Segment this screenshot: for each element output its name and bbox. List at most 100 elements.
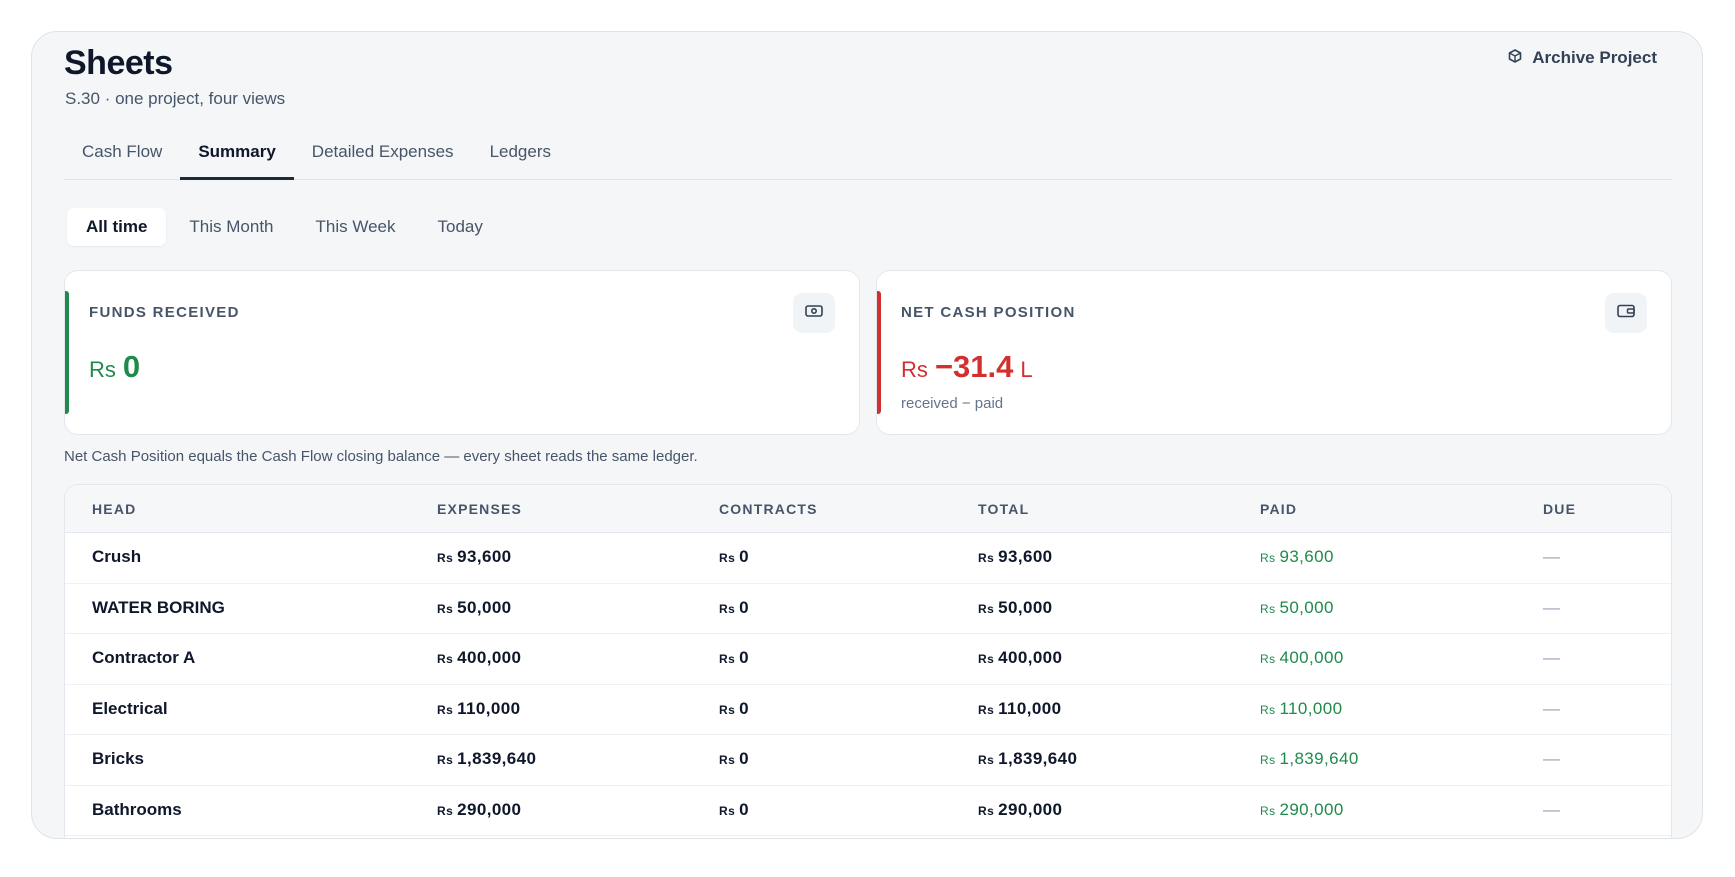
archive-project-button[interactable]: Archive Project: [1508, 48, 1657, 68]
cell-expenses: Rs 400,000: [437, 648, 521, 668]
cell-paid-value: 1,839,640: [1279, 749, 1359, 768]
column-header-contracts[interactable]: CONTRACTS: [719, 501, 818, 517]
cell-head-value: Bathrooms: [92, 799, 182, 819]
net-cash-position-amount: −31.4: [934, 349, 1014, 384]
cell-total-value: 93,600: [998, 547, 1053, 566]
cell-contracts: Rs 0: [719, 598, 749, 618]
table-row[interactable]: Electrical Rs 110,000 Rs 0 Rs 110,000 Rs 110,000…: [65, 685, 1671, 735]
tab-cash-flow[interactable]: Cash Flow: [64, 132, 180, 180]
currency-symbol: Rs: [437, 702, 454, 717]
currency-symbol: Rs: [978, 551, 995, 565]
net-accent-bar: [877, 291, 881, 414]
currency-symbol: Rs: [1260, 551, 1276, 565]
cell-paid: Rs 93,600: [1260, 547, 1334, 567]
currency-symbol: Rs: [89, 357, 116, 382]
column-header-total[interactable]: TOTAL: [978, 501, 1029, 517]
table-row[interactable]: Crush Rs 93,600 Rs 0 Rs 93,600 Rs 93,600—: [65, 533, 1671, 584]
currency-symbol: Rs: [719, 702, 736, 717]
cell-contracts-value: 0: [739, 799, 749, 819]
cell-head: Contractor A: [92, 648, 195, 668]
funds-received-value: Rs 0: [89, 349, 140, 385]
net-cash-position-value: Rs −31.4 L: [901, 349, 1033, 385]
table-row[interactable]: Bricks Rs 1,839,640 Rs 0 Rs 1,839,640 Rs 1,839,6…: [65, 735, 1671, 786]
cell-expenses-value: 1,839,640: [457, 749, 537, 768]
page-subtitle: S.30 · one project, four views: [65, 89, 286, 108]
currency-symbol: Rs: [719, 753, 736, 767]
currency-symbol: Rs: [437, 601, 454, 616]
funds-received-card: FUNDS RECEIVED Rs 0: [64, 270, 860, 435]
net-cash-position-label: NET CASH POSITION: [901, 304, 1076, 321]
column-header-due[interactable]: DUE: [1543, 501, 1576, 517]
cell-paid-value: 50,000: [1279, 597, 1334, 617]
wallet-icon-button[interactable]: [1605, 293, 1647, 333]
cell-head: Bricks: [92, 749, 144, 769]
cell-total: Rs 290,000: [978, 800, 1062, 820]
cell-due-value: —: [1543, 597, 1560, 617]
tab-detailed-expenses[interactable]: Detailed Expenses: [294, 132, 472, 180]
period-all-time[interactable]: All time: [67, 208, 167, 246]
period-this-week[interactable]: This Week: [297, 208, 415, 246]
period-today[interactable]: Today: [419, 208, 502, 246]
currency-symbol: Rs: [1260, 753, 1276, 767]
cell-contracts: Rs 0: [719, 547, 749, 567]
cell-due-value: —: [1543, 799, 1560, 819]
cell-contracts-value: 0: [739, 749, 749, 768]
cell-expenses-value: 50,000: [457, 597, 512, 617]
archive-box-icon: [1508, 48, 1522, 68]
cell-head: Crush: [92, 547, 141, 567]
currency-symbol: Rs: [1260, 601, 1276, 616]
cell-contracts-value: 0: [739, 698, 749, 718]
cell-due: —: [1543, 598, 1560, 618]
table-row[interactable]: Bathrooms Rs 290,000 Rs 0 Rs 290,000 Rs 290,000—: [65, 786, 1671, 836]
cell-contracts: Rs 0: [719, 648, 749, 668]
cell-total: Rs 50,000: [978, 598, 1053, 618]
funds-accent-bar: [65, 291, 69, 414]
column-header-head[interactable]: HEAD: [92, 501, 136, 517]
currency-symbol: Rs: [437, 652, 454, 666]
cell-paid: Rs 1,839,640: [1260, 749, 1359, 769]
currency-symbol: Rs: [1260, 702, 1276, 717]
cell-paid-value: 93,600: [1279, 547, 1334, 566]
cell-head: Bathrooms: [92, 800, 182, 820]
cell-expenses: Rs 290,000: [437, 800, 521, 820]
cell-due: —: [1543, 749, 1560, 769]
column-header-expenses[interactable]: EXPENSES: [437, 501, 522, 517]
cell-due-value: —: [1543, 648, 1560, 667]
sheets-panel: Sheets S.30 · one project, four views Ar…: [31, 31, 1703, 839]
cell-paid-value: 290,000: [1279, 799, 1344, 819]
cell-total-value: 50,000: [998, 597, 1053, 617]
currency-symbol: Rs: [1260, 803, 1276, 818]
tab-ledgers[interactable]: Ledgers: [472, 132, 569, 180]
period-this-month[interactable]: This Month: [170, 208, 292, 246]
net-cash-position-formula: received − paid: [901, 395, 1004, 412]
ledger-note: Net Cash Position equals the Cash Flow c…: [64, 448, 698, 465]
cell-paid: Rs 110,000: [1260, 699, 1342, 719]
cell-due-value: —: [1543, 749, 1560, 768]
tab-summary[interactable]: Summary: [180, 132, 294, 180]
cell-contracts: Rs 0: [719, 699, 749, 719]
column-header-paid[interactable]: PAID: [1260, 501, 1297, 517]
cell-total-value: 400,000: [998, 648, 1063, 667]
currency-symbol: Rs: [1260, 652, 1276, 666]
cell-paid-value: 400,000: [1279, 648, 1344, 667]
wallet-icon: [1616, 303, 1636, 324]
currency-symbol: Rs: [719, 652, 736, 666]
currency-symbol: Rs: [437, 753, 454, 767]
table-body: Crush Rs 93,600 Rs 0 Rs 93,600 Rs 93,600— WATER B…: [65, 533, 1671, 836]
cell-total-value: 290,000: [998, 799, 1063, 819]
cell-expenses: Rs 93,600: [437, 547, 512, 567]
table-row[interactable]: Contractor A Rs 400,000 Rs 0 Rs 400,000 Rs 400,0…: [65, 634, 1671, 685]
cell-contracts: Rs 0: [719, 800, 749, 820]
net-cash-position-unit: L: [1020, 357, 1033, 382]
cell-head-value: Crush: [92, 547, 142, 566]
view-tabs: Cash Flow Summary Detailed Expenses Ledg…: [64, 132, 1672, 180]
cell-expenses-value: 400,000: [457, 648, 522, 667]
cell-total: Rs 1,839,640: [978, 749, 1077, 769]
cell-paid: Rs 50,000: [1260, 598, 1334, 618]
banknote-icon-button[interactable]: [793, 293, 835, 333]
cell-contracts-value: 0: [739, 648, 749, 667]
currency-symbol: Rs: [437, 551, 454, 565]
cell-head-value: Contractor A: [92, 648, 196, 667]
table-row[interactable]: WATER BORING Rs 50,000 Rs 0 Rs 50,000 Rs 50,000—: [65, 584, 1671, 634]
currency-symbol: Rs: [719, 601, 736, 616]
